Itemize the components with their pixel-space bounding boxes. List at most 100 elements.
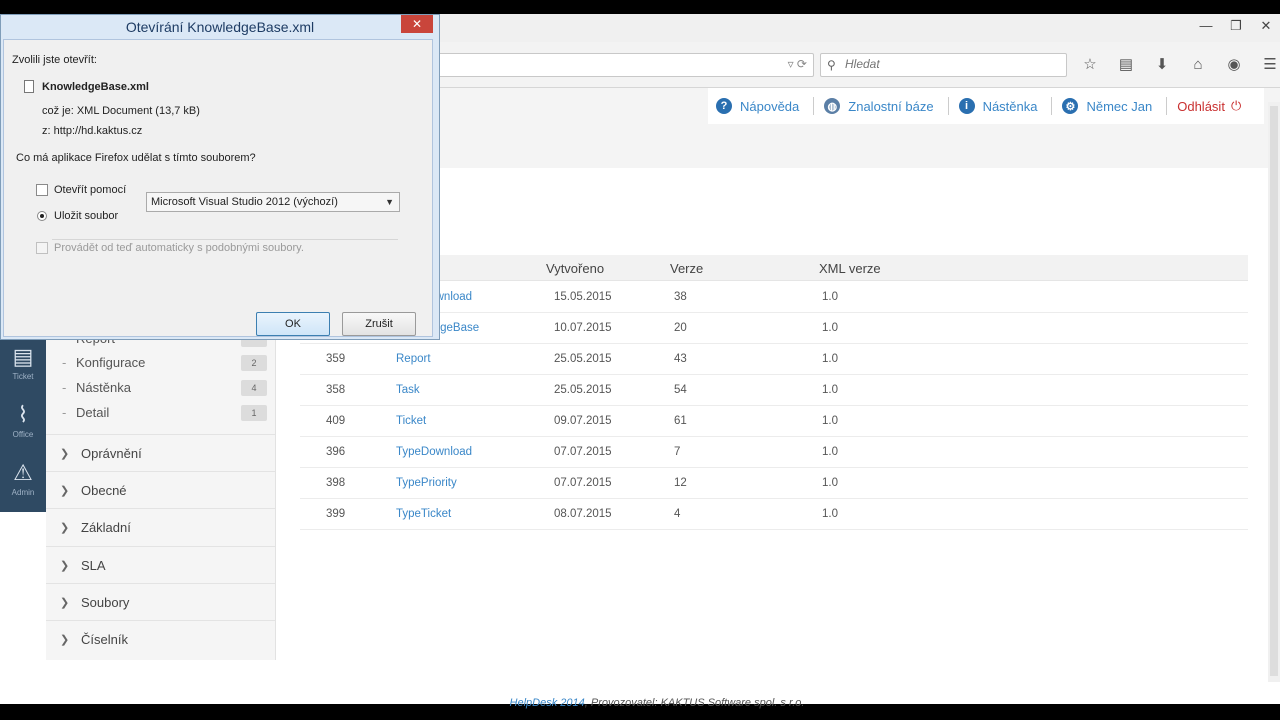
row-name-link[interactable]: Ticket	[396, 415, 426, 427]
strip-ticket-label: Ticket	[12, 371, 34, 381]
download-icon[interactable]: ⬇	[1150, 54, 1174, 76]
ok-button[interactable]: OK	[256, 312, 330, 336]
count-badge: 1	[241, 404, 267, 421]
table-row[interactable]: KnowledgeBase 10.07.2015 20 1.0	[300, 313, 1248, 344]
bullet-icon: -	[62, 405, 67, 420]
strip-office[interactable]: ⌇ Office	[0, 392, 46, 450]
sidebar-section-permissions[interactable]: ❯ Oprávnění	[46, 434, 275, 471]
dialog-close-icon[interactable]: ✕	[401, 15, 433, 33]
window-controls: — ❐ ✕	[1198, 18, 1274, 34]
sidebar-subitem-board[interactable]: - Nástěnka 4	[62, 375, 267, 400]
close-window-icon[interactable]: ✕	[1258, 18, 1274, 34]
sync-icon[interactable]: ◉	[1222, 54, 1246, 76]
bookmarks-list-icon[interactable]: ▤	[1114, 54, 1138, 76]
footer-text: , Provozovatel: KAKTUS Software spol. s …	[584, 697, 805, 709]
row-name-link[interactable]: TypePriority	[396, 477, 457, 489]
dialog-body: Zvolili jste otevřít: KnowledgeBase.xml …	[3, 39, 433, 337]
row-created: 15.05.2015	[554, 291, 612, 303]
sidebar-subitem-configuration[interactable]: - Konfigurace 2	[62, 350, 267, 375]
row-version: 12	[674, 477, 687, 489]
sidebar-subitem-label: Nástěnka	[76, 380, 131, 395]
table-row[interactable]: 358 Task 25.05.2015 54 1.0	[300, 375, 1248, 406]
row-name-link[interactable]: Report	[396, 353, 431, 365]
table-row[interactable]: 398 TypePriority 07.07.2015 12 1.0	[300, 468, 1248, 499]
scrollbar-thumb[interactable]	[1270, 106, 1278, 676]
row-xml: 1.0	[822, 291, 838, 303]
toolbar-icons: ☆ ▤ ⬇ ⌂ ◉ ☰	[1078, 54, 1280, 76]
cancel-button[interactable]: Zrušit	[342, 312, 416, 336]
footer-brand[interactable]: HelpDesk 2014	[510, 697, 585, 709]
table-row[interactable]: 359 Report 25.05.2015 43 1.0	[300, 344, 1248, 375]
sidebar-section-general[interactable]: ❯ Obecné	[46, 471, 275, 508]
row-name-link[interactable]: TypeTicket	[396, 508, 451, 520]
table-row[interactable]: 396 TypeDownload 07.07.2015 7 1.0	[300, 437, 1248, 468]
home-icon[interactable]: ⌂	[1186, 54, 1210, 76]
sidebar-section-label: Základní	[81, 519, 131, 535]
row-created: 25.05.2015	[554, 353, 612, 365]
auto-action-label: Provádět od teď automaticky s podobnými …	[54, 242, 304, 254]
dialog-file-type: což je: XML Document (13,7 kB)	[42, 105, 200, 117]
row-xml: 1.0	[822, 446, 838, 458]
sidebar-section-label: Obecné	[81, 482, 127, 498]
table-row[interactable]: TypeDownload 15.05.2015 38 1.0	[300, 282, 1248, 313]
nav-help-label: Nápověda	[740, 98, 800, 114]
power-icon: ⏻	[1230, 98, 1242, 113]
nav-board[interactable]: i Nástěnka	[958, 97, 1053, 115]
page-scrollbar[interactable]	[1268, 102, 1280, 682]
row-name-link[interactable]: Task	[396, 384, 420, 396]
open-with-checkbox[interactable]	[36, 184, 48, 196]
count-badge: 2	[241, 354, 267, 371]
count-badge: 4	[241, 379, 267, 396]
nav-help[interactable]: ? Nápověda	[716, 97, 815, 115]
url-bar[interactable]: ▿ ⟳	[430, 53, 814, 77]
menu-icon[interactable]: ☰	[1258, 54, 1280, 76]
nav-user[interactable]: ⚙ Němec Jan	[1062, 97, 1168, 115]
strip-ticket[interactable]: ▤ Ticket	[0, 334, 46, 392]
sidebar-section-sla[interactable]: ❯ SLA	[46, 546, 275, 583]
strip-office-label: Office	[12, 429, 34, 439]
row-id: 359	[326, 353, 346, 365]
reload-icon[interactable]: ▿ ⟳	[788, 57, 807, 71]
minimize-icon[interactable]: —	[1198, 18, 1214, 34]
restore-icon[interactable]: ❐	[1228, 18, 1244, 34]
col-created[interactable]: Vytvořeno	[546, 261, 604, 276]
row-version: 4	[674, 508, 681, 520]
row-created: 07.07.2015	[554, 477, 612, 489]
row-version: 43	[674, 353, 687, 365]
row-created: 25.05.2015	[554, 384, 612, 396]
dialog-file-source: z: http://hd.kaktus.cz	[42, 125, 143, 137]
sidebar-section-codelists[interactable]: ❯ Číselník	[46, 620, 275, 657]
save-file-radio[interactable]	[37, 211, 47, 221]
dialog-intro: Zvolili jste otevřít:	[12, 54, 97, 66]
strip-admin[interactable]: ⚠ Admin	[0, 450, 46, 508]
row-xml: 1.0	[822, 384, 838, 396]
sidebar-section-label: Číselník	[81, 631, 128, 647]
row-id: 399	[326, 508, 346, 520]
bookmark-star-icon[interactable]: ☆	[1078, 54, 1102, 76]
col-version[interactable]: Verze	[670, 261, 703, 276]
open-with-label[interactable]: Otevřít pomocí	[54, 184, 126, 196]
table-row[interactable]: 399 TypeTicket 08.07.2015 4 1.0	[300, 499, 1248, 530]
help-icon: ?	[716, 98, 732, 114]
row-xml: 1.0	[822, 415, 838, 427]
sidebar-section-basic[interactable]: ❯ Základní	[46, 508, 275, 545]
row-name-link[interactable]: TypeDownload	[396, 446, 472, 458]
logout-link[interactable]: Odhlásit ⏻	[1177, 98, 1241, 114]
save-file-label[interactable]: Uložit soubor	[54, 210, 118, 222]
sidebar: - Report - Konfigurace 2 - Nástěnka 4 - …	[46, 320, 276, 660]
open-with-select[interactable]: Microsoft Visual Studio 2012 (výchozí) ▼	[146, 192, 400, 212]
table-row[interactable]: 409 Ticket 09.07.2015 61 1.0	[300, 406, 1248, 437]
row-id: 409	[326, 415, 346, 427]
col-xml-version[interactable]: XML verze	[819, 261, 881, 276]
table-header: Vytvořeno Verze XML verze	[300, 255, 1248, 281]
search-box[interactable]: ⚲	[820, 53, 1067, 77]
sidebar-section-files[interactable]: ❯ Soubory	[46, 583, 275, 620]
auto-action-checkbox[interactable]	[36, 242, 48, 254]
nav-knowledge-base[interactable]: ◍ Znalostní báze	[824, 97, 949, 115]
nav-kb-label: Znalostní báze	[848, 98, 934, 114]
row-id: 396	[326, 446, 346, 458]
row-xml: 1.0	[822, 353, 838, 365]
sidebar-subitem-detail[interactable]: - Detail 1	[62, 400, 267, 425]
page-footer: HelpDesk 2014, Provozovatel: KAKTUS Soft…	[0, 697, 1280, 709]
search-input[interactable]	[845, 57, 1055, 71]
